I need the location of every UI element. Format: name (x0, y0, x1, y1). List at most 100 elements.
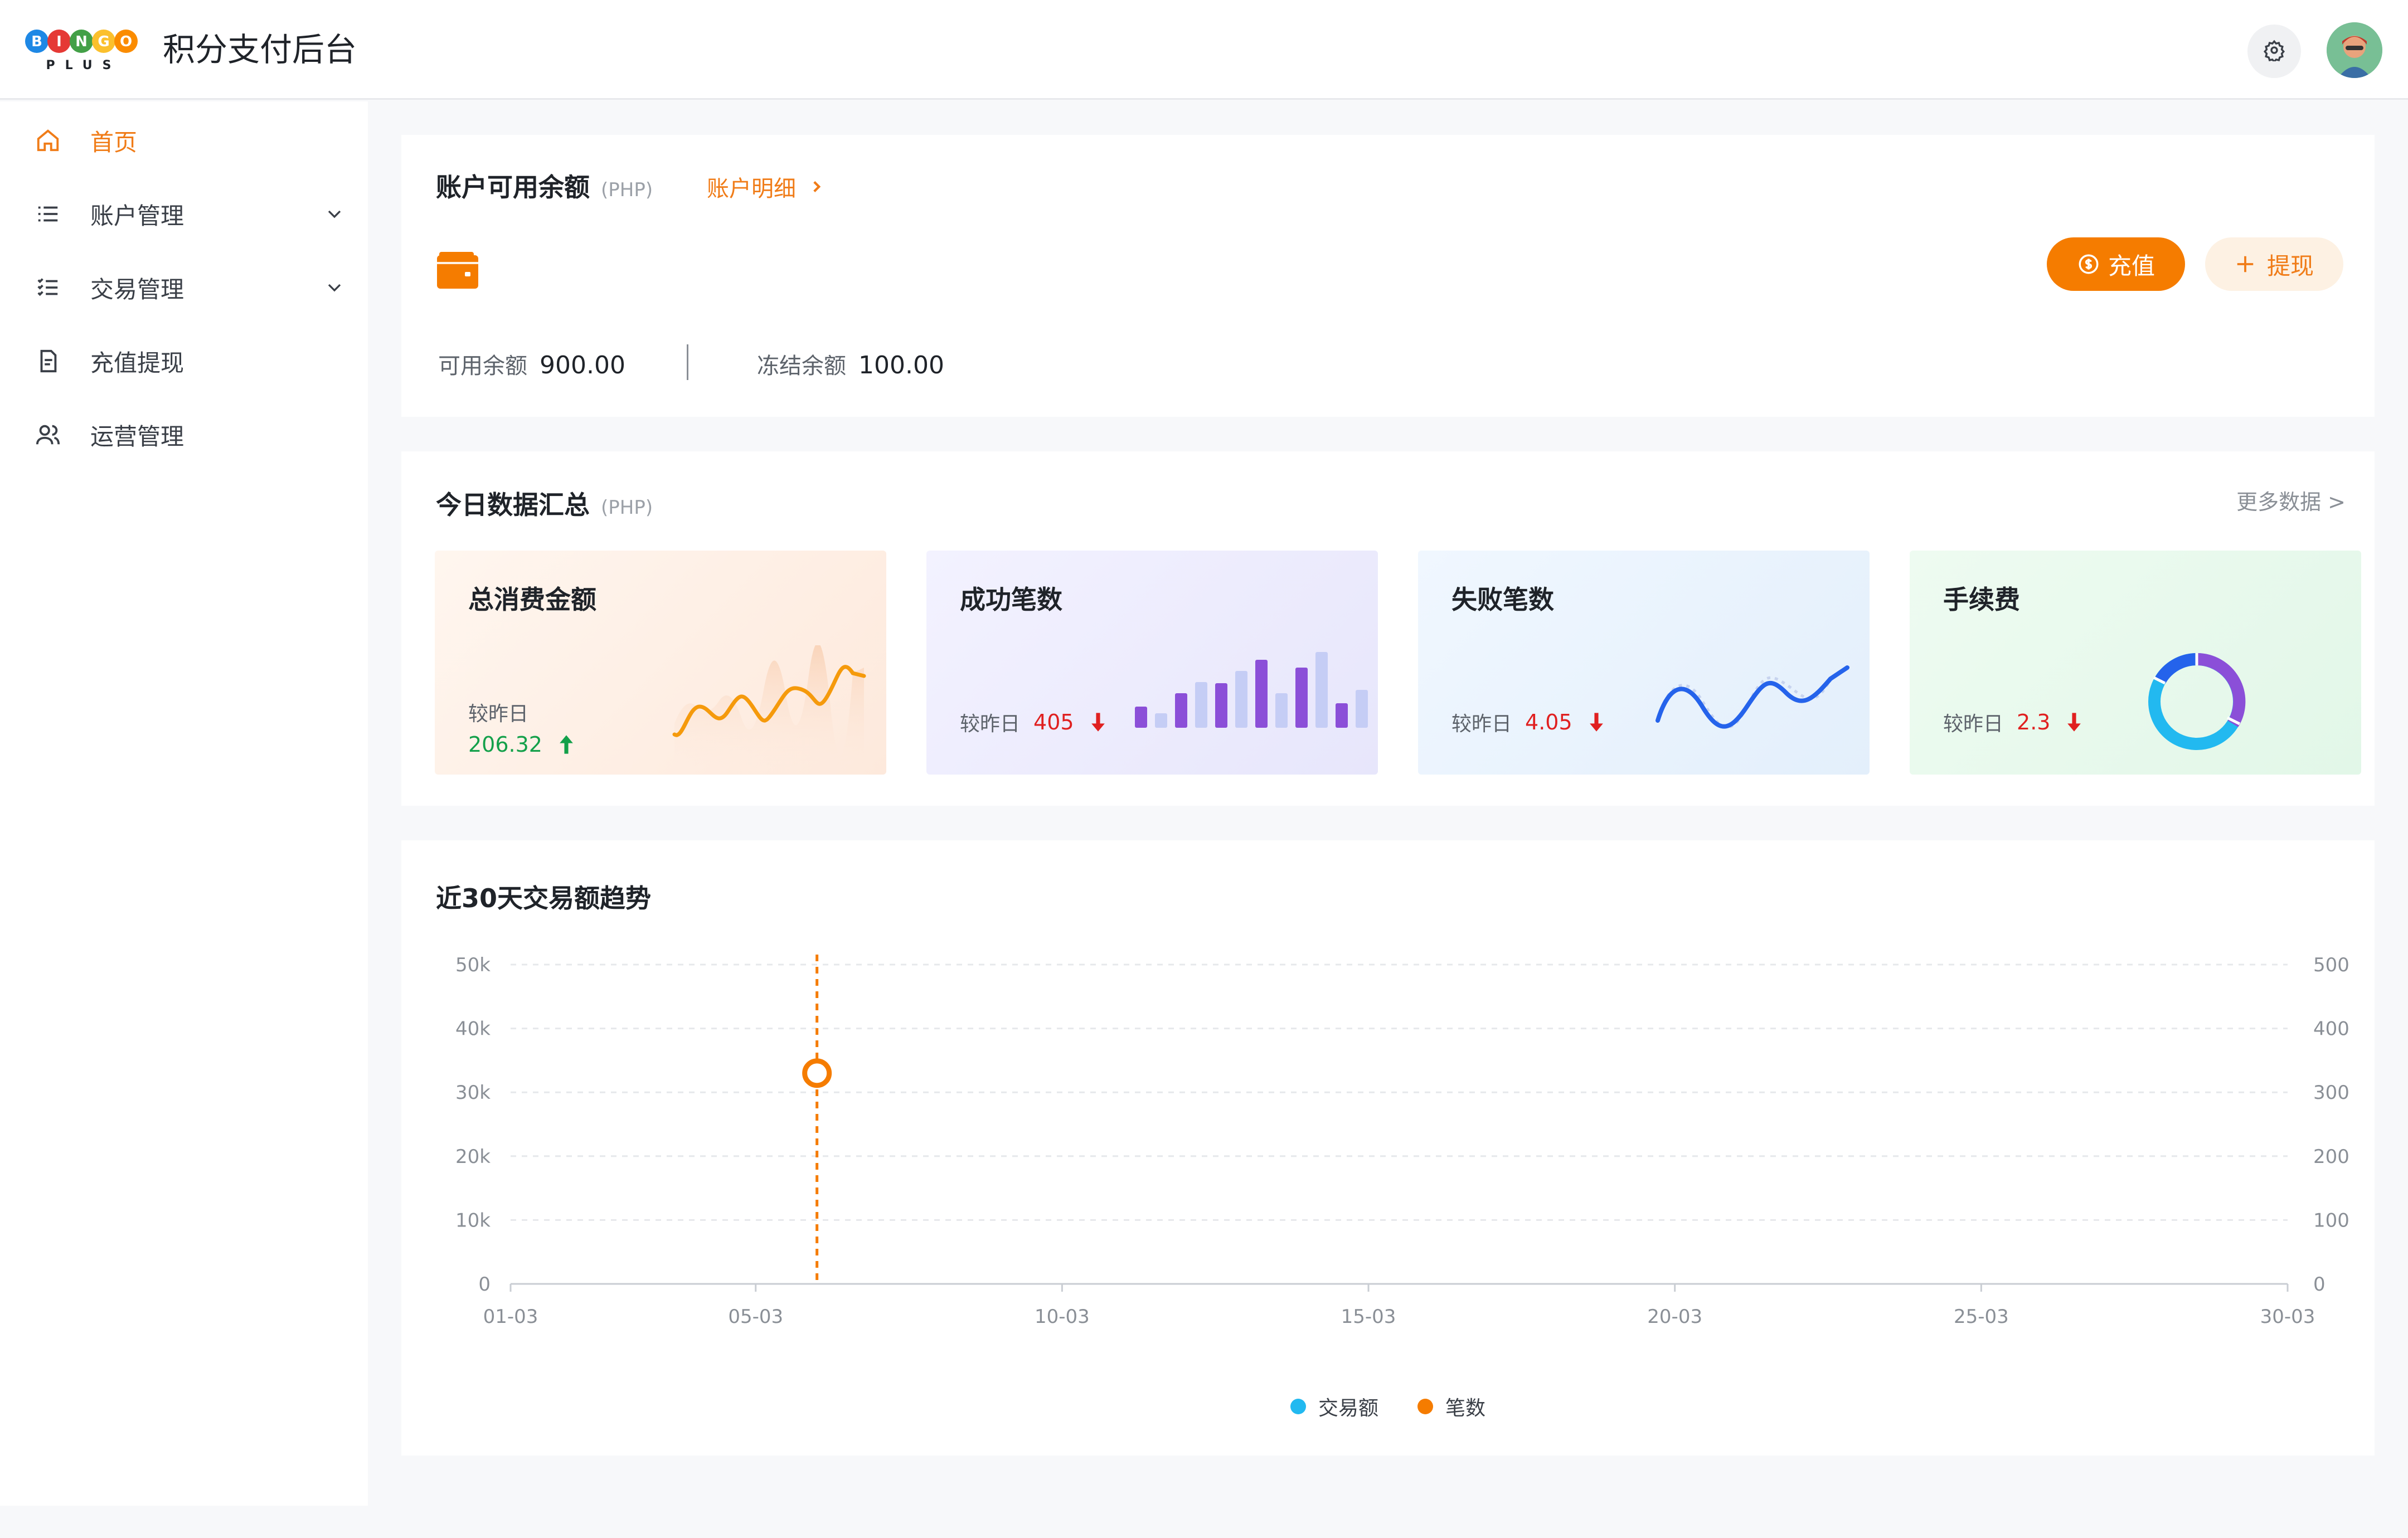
sidebar-item-label: 运营管理 (90, 422, 185, 450)
arrow-down-icon (1090, 712, 1106, 733)
sidebar: 首页 账户管理 交易管理 充值提现 运营管理 (0, 101, 368, 1506)
stat-compare-label: 较昨日 (468, 703, 529, 726)
checklist-icon (33, 273, 62, 302)
sidebar-item-accounts[interactable]: 账户管理 (33, 192, 346, 236)
document-icon (33, 347, 62, 376)
available-balance-value: 900.00 (540, 351, 625, 379)
y-tick-left: 20k (455, 1146, 491, 1168)
today-title: 今日数据汇总 (PHP) (436, 485, 653, 522)
trend-card: 近30天交易额趋势 0 0 10k 100 20k 200 30k 300 40k 400 50k 5… (401, 840, 2375, 1456)
sidebar-item-label: 账户管理 (90, 202, 185, 230)
y-tick-left: 30k (455, 1082, 491, 1104)
y-tick-right: 0 (2313, 1273, 2326, 1296)
sidebar-item-recharge-withdraw[interactable]: 充值提现 (33, 339, 346, 383)
top-header: B I N G O PLUS 积分支付后台 (0, 0, 2408, 100)
svg-text:I: I (56, 33, 62, 50)
wallet-icon (437, 252, 478, 289)
stat-compare: 较昨日 2.3 (1943, 708, 2082, 737)
trend-line-chart[interactable]: 0 0 10k 100 20k 200 30k 300 40k 400 50k 500 01-03 05-… (401, 840, 2375, 1386)
svg-text:G: G (98, 33, 109, 50)
home-icon (33, 126, 62, 155)
balance-unit: (PHP) (601, 179, 653, 201)
today-summary-card: 今日数据汇总 (PHP) 更多数据 > 总消费金额 较昨日 206.32 成功笔数… (401, 451, 2375, 806)
svg-text:O: O (120, 33, 132, 50)
y-tick-right: 300 (2313, 1082, 2349, 1104)
stat-compare: 较昨日 4.05 (1451, 708, 1605, 737)
app-title: 积分支付后台 (163, 31, 357, 69)
arrow-down-icon (2066, 712, 2082, 733)
fee-donut-chart (2148, 653, 2246, 750)
stat-compare-value: 4.05 (1525, 710, 1572, 734)
stat-title: 手续费 (1943, 585, 2020, 615)
coin-icon (2077, 252, 2100, 276)
sidebar-item-label: 交易管理 (90, 275, 185, 303)
today-unit: (PHP) (601, 497, 653, 519)
stat-card-total-spend[interactable]: 总消费金额 较昨日 206.32 (435, 551, 886, 775)
recharge-label: 充值 (2108, 252, 2155, 280)
sidebar-item-label: 充值提现 (90, 349, 185, 377)
stat-card-failed-count[interactable]: 失败笔数 较昨日 4.05 (1418, 551, 1870, 775)
y-tick-left: 10k (455, 1209, 491, 1232)
legend-dot (1290, 1399, 1306, 1414)
balance-card: 账户可用余额 (PHP) 账户明细 充值 提现 可用余额 900.00 冻结余额… (401, 135, 2375, 417)
y-tick-right: 500 (2313, 954, 2349, 976)
stat-compare: 较昨日 405 (960, 708, 1106, 737)
x-tick-label: 15-03 (1341, 1306, 1396, 1328)
legend-label: 交易额 (1318, 1397, 1378, 1420)
chevron-down-icon (323, 203, 346, 225)
stat-card-fee[interactable]: 手续费 较昨日 2.3 (1910, 551, 2361, 775)
stat-compare-label: 较昨日 (1451, 713, 1512, 736)
withdraw-label: 提现 (2266, 252, 2314, 280)
account-detail-label: 账户明细 (707, 176, 796, 202)
arrow-up-icon (558, 734, 575, 755)
stat-compare-value: 405 (1033, 710, 1074, 734)
gear-icon (2263, 39, 2285, 64)
arrow-down-icon (1588, 712, 1605, 733)
legend-item-count[interactable]: 笔数 (1417, 1392, 1485, 1421)
legend-item-amount[interactable]: 交易额 (1290, 1392, 1378, 1421)
sidebar-item-home[interactable]: 首页 (33, 118, 346, 163)
plus-icon (2235, 254, 2256, 275)
x-tick-label: 10-03 (1035, 1306, 1090, 1328)
stat-title: 失败笔数 (1451, 585, 1554, 615)
svg-text:B: B (31, 33, 42, 50)
available-balance: 可用余额 900.00 (438, 348, 625, 380)
available-balance-label: 可用余额 (438, 353, 527, 379)
failed-wave-chart (1656, 665, 1849, 729)
sidebar-item-operations[interactable]: 运营管理 (33, 412, 346, 457)
success-bar-chart (1135, 652, 1368, 728)
frozen-balance-label: 冻结余额 (757, 353, 846, 379)
y-tick-left: 40k (455, 1018, 491, 1040)
sidebar-item-label: 首页 (90, 128, 138, 156)
x-tick-label: 05-03 (728, 1306, 783, 1328)
user-avatar[interactable] (2327, 22, 2382, 78)
chevron-right-icon (807, 177, 826, 196)
y-tick-right: 400 (2313, 1018, 2349, 1040)
balance-title: 账户可用余额 (PHP) (436, 167, 653, 204)
users-icon (33, 420, 62, 449)
balance-title-text: 账户可用余额 (436, 172, 590, 202)
account-detail-link[interactable]: 账户明细 (707, 171, 826, 203)
x-tick-label: 25-03 (1954, 1306, 2009, 1328)
legend-label: 笔数 (1445, 1397, 1486, 1420)
more-data-link[interactable]: 更多数据 > (2236, 485, 2346, 515)
withdraw-button[interactable]: 提现 (2205, 237, 2343, 291)
list-icon (33, 199, 62, 228)
frozen-balance-value: 100.00 (858, 351, 944, 379)
bingo-plus-logo[interactable]: B I N G O PLUS (25, 25, 143, 72)
recharge-button[interactable]: 充值 (2047, 237, 2185, 291)
x-tick-label: 30-03 (2260, 1306, 2315, 1328)
stat-card-success-count[interactable]: 成功笔数 较昨日 405 (926, 551, 1378, 775)
stat-compare-value: 206.32 (468, 732, 542, 757)
settings-button[interactable] (2247, 25, 2301, 78)
stat-compare: 206.32 (468, 732, 575, 757)
x-tick-label: 01-03 (483, 1306, 538, 1328)
svg-text:PLUS: PLUS (46, 59, 121, 72)
legend-dot (1417, 1399, 1433, 1414)
y-tick-left: 50k (455, 954, 491, 976)
x-tick-label: 20-03 (1647, 1306, 1702, 1328)
chevron-down-icon (323, 276, 346, 299)
balance-divider (687, 344, 688, 380)
data-point-count (802, 1058, 832, 1088)
sidebar-item-transactions[interactable]: 交易管理 (33, 265, 346, 310)
